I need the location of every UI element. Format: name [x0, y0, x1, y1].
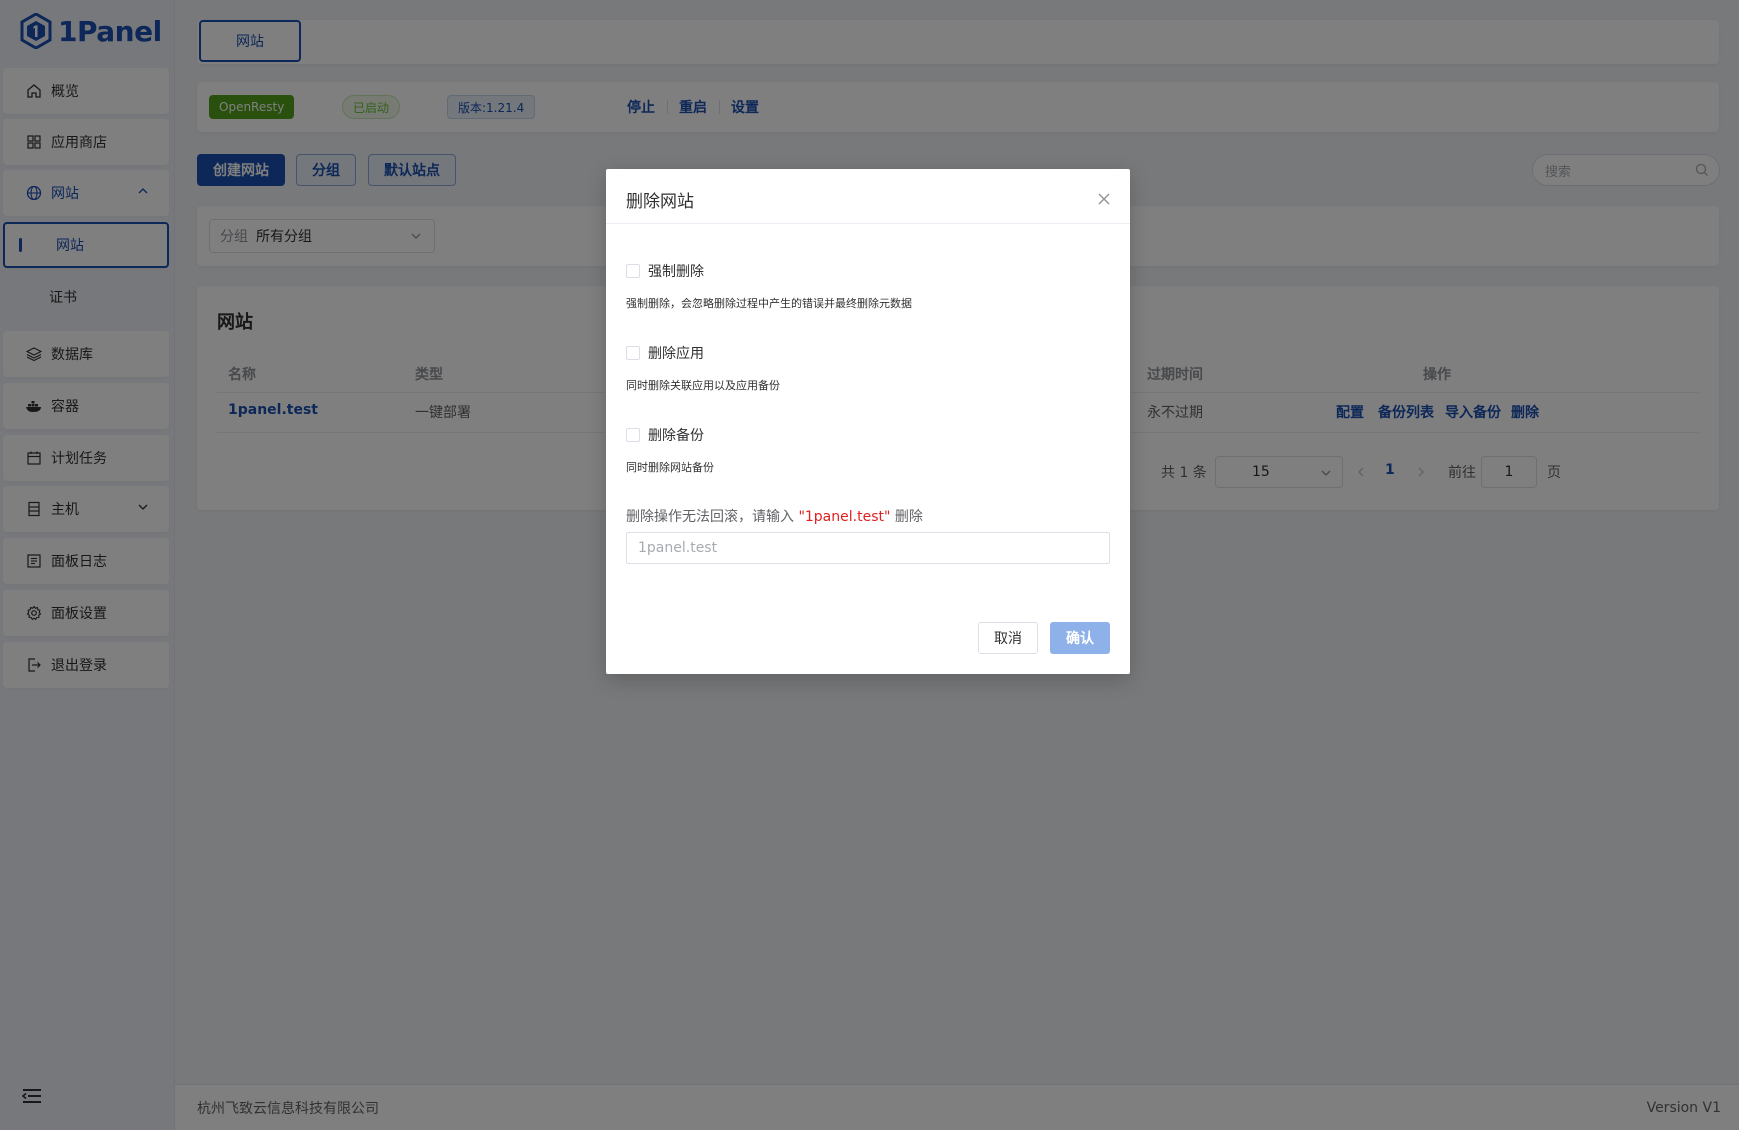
confirm-target: "1panel.test"	[798, 509, 891, 525]
close-icon[interactable]	[1098, 193, 1110, 205]
checkbox-label: 删除备份	[648, 428, 704, 444]
delete-backup-checkbox[interactable]: 删除备份	[626, 425, 704, 445]
confirm-prefix: 删除操作无法回滚，请输入	[626, 509, 799, 525]
confirm-instruction: 删除操作无法回滚，请输入 "1panel.test" 删除	[626, 506, 923, 526]
divider	[606, 223, 1130, 224]
delete-app-checkbox[interactable]: 删除应用	[626, 343, 704, 363]
cancel-button[interactable]: 取消	[978, 622, 1038, 654]
checkbox-label: 删除应用	[648, 346, 704, 362]
checkbox-hint: 强制删除，会忽略删除过程中产生的错误并最终删除元数据	[626, 297, 912, 310]
checkbox-hint: 同时删除网站备份	[626, 461, 714, 474]
dialog-title: 删除网站	[626, 192, 694, 212]
checkbox-box[interactable]	[626, 264, 640, 278]
checkbox-label: 强制删除	[648, 264, 704, 280]
checkbox-hint: 同时删除关联应用以及应用备份	[626, 379, 780, 392]
checkbox-box[interactable]	[626, 346, 640, 360]
force-delete-checkbox[interactable]: 强制删除	[626, 261, 704, 281]
confirm-name-input[interactable]	[626, 532, 1110, 564]
checkbox-box[interactable]	[626, 428, 640, 442]
confirm-suffix: 删除	[890, 509, 923, 525]
confirm-button[interactable]: 确认	[1050, 622, 1110, 654]
delete-website-dialog: 删除网站 强制删除 强制删除，会忽略删除过程中产生的错误并最终删除元数据 删除应…	[606, 169, 1130, 674]
